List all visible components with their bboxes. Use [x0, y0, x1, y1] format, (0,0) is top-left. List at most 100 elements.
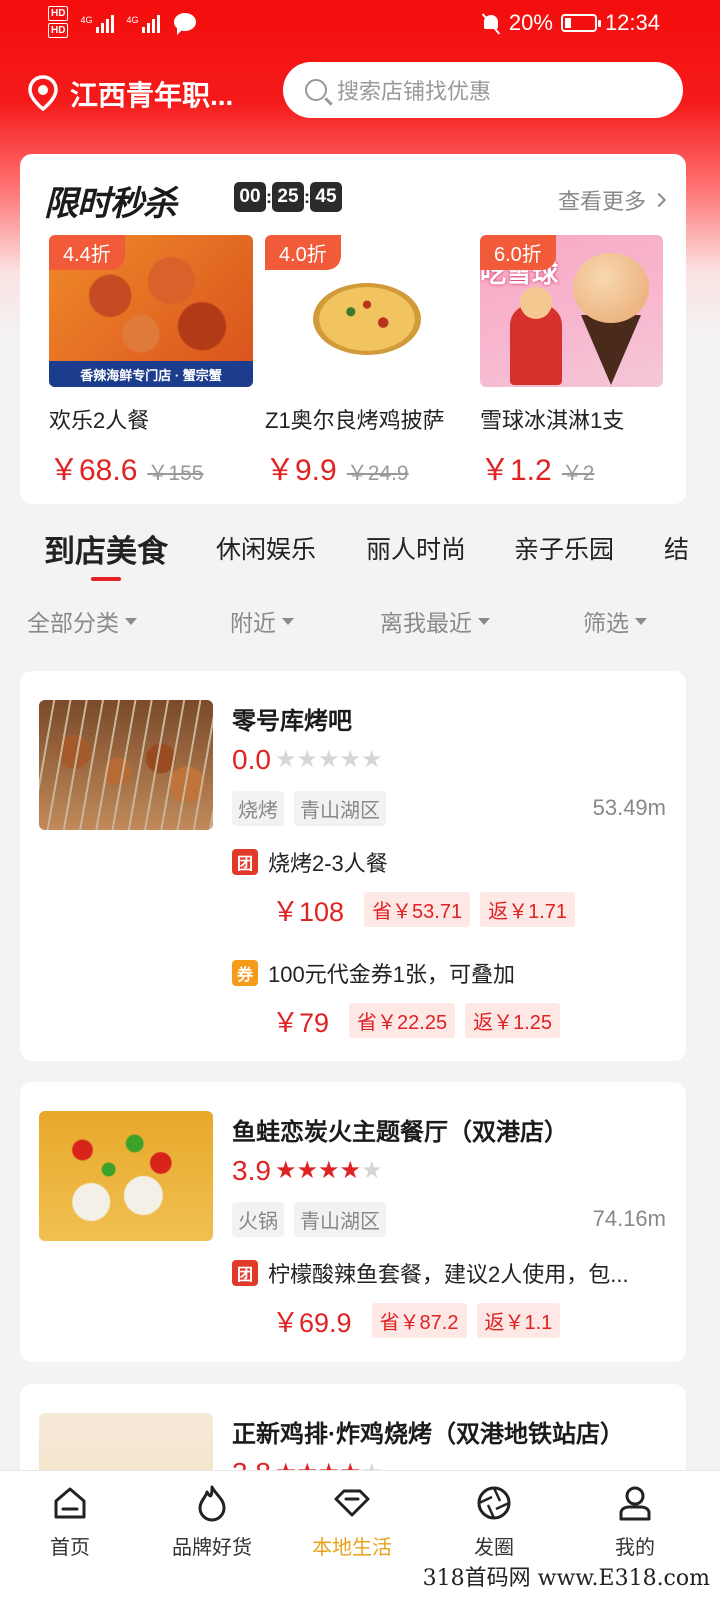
- shop-rating: 3.9 ★★★★★: [232, 1155, 383, 1187]
- star-icon: ★: [296, 1157, 318, 1184]
- district-tag: 青山湖区: [294, 791, 386, 826]
- cuisine-tag: 火锅: [232, 1202, 284, 1237]
- shop-distance: 53.49m: [592, 795, 666, 820]
- shop-card[interactable]: 零号库烤吧 0.0 ★★★★★ 烧烤 青山湖区 53.49m 团 烧烤2-3人餐…: [20, 671, 686, 1061]
- deal-name: 欢乐2人餐: [49, 408, 150, 433]
- offer-title: 烧烤2-3人餐: [268, 851, 388, 876]
- deal-price: ￥68.6: [49, 454, 138, 487]
- deal-name: Z1奥尔良烤鸡披萨: [265, 408, 445, 433]
- caret-down-icon: [282, 617, 294, 625]
- cashback-chip: 返￥1.25: [465, 1003, 561, 1038]
- network-indicators: HD HD 4G 4G: [48, 6, 197, 38]
- deal-image: 4.4折 香辣海鲜专门店 · 蟹宗蟹: [49, 235, 253, 387]
- location-pin-icon[interactable]: [28, 75, 58, 111]
- tab-kids[interactable]: 亲子乐园: [514, 530, 614, 566]
- shop-distance: 74.16m: [592, 1206, 666, 1231]
- flash-sale-card: 限时秒杀 00 : 25 : 45 查看更多 4.4折 香辣海鲜专门店 · 蟹宗…: [20, 154, 686, 504]
- timer-seconds: 45: [310, 182, 342, 212]
- cashback-chip: 返￥1.71: [480, 892, 576, 927]
- star-icon: ★: [317, 1157, 340, 1184]
- nav-local-life[interactable]: 本地生活: [292, 1483, 412, 1560]
- flame-icon: [198, 1485, 226, 1522]
- caret-down-icon: [478, 617, 490, 625]
- message-icon: [174, 13, 197, 35]
- shop-name: 正新鸡排·炸鸡烧烤（双港地铁站店）: [232, 1421, 624, 1448]
- tab-dining[interactable]: 到店美食: [44, 526, 168, 571]
- deal-item[interactable]: 吃雪球 6.0折 雪球冰淇淋1支 ￥1.2 ￥2: [480, 235, 663, 489]
- cashback-chip: 返￥1.1: [476, 1303, 561, 1338]
- flash-sale-title: 限时秒杀: [44, 185, 177, 223]
- deal-image: 4.0折: [265, 235, 469, 387]
- search-input[interactable]: 搜索店铺找优惠: [283, 62, 683, 118]
- star-icon: ★: [296, 746, 318, 773]
- mute-bell-icon: [481, 13, 501, 35]
- shop-rating: 0.0 ★★★★★: [232, 744, 383, 776]
- deal-item[interactable]: 4.4折 香辣海鲜专门店 · 蟹宗蟹 欢乐2人餐 ￥68.6 ￥155: [49, 235, 253, 489]
- nav-label: 发圈: [474, 1537, 514, 1559]
- signal-icon: 4G: [80, 11, 115, 33]
- discount-badge: 6.0折: [480, 235, 556, 270]
- battery-icon: [560, 14, 601, 32]
- deal-original-price: ￥24.9: [346, 462, 409, 485]
- group-deal-offer[interactable]: 团 烧烤2-3人餐 ￥108 省￥53.71 返￥1.71: [232, 846, 576, 929]
- chevron-right-icon: [651, 192, 667, 208]
- tab-more[interactable]: 结: [664, 530, 689, 566]
- group-deal-icon: 团: [232, 1260, 258, 1286]
- tab-leisure[interactable]: 休闲娱乐: [216, 530, 316, 566]
- deal-price: ￥9.9: [265, 454, 337, 487]
- hd-badge: HD: [48, 23, 69, 38]
- filter-category[interactable]: 全部分类: [27, 604, 137, 638]
- filter-sort-distance[interactable]: 离我最近: [380, 604, 490, 638]
- diamond-icon: [334, 1489, 370, 1517]
- timer-hours: 00: [234, 182, 266, 212]
- cuisine-tag: 烧烤: [232, 791, 284, 826]
- caret-down-icon: [635, 617, 647, 625]
- watermark-text: 318首码网 www.E318.com: [422, 1560, 710, 1592]
- user-icon: [619, 1486, 651, 1521]
- home-icon: [54, 1487, 86, 1519]
- nav-label: 品牌好货: [172, 1537, 252, 1559]
- shop-image: [39, 1111, 213, 1241]
- timer-minutes: 25: [272, 182, 304, 212]
- star-icon: ★: [339, 746, 361, 773]
- offer-price: ￥69.9: [272, 1308, 352, 1338]
- filter-screen[interactable]: 筛选: [583, 604, 647, 638]
- offer-price: ￥79: [272, 1008, 330, 1038]
- shop-card[interactable]: 鱼蛙恋炭火主题餐厅（双港店） 3.9 ★★★★★ 火锅 青山湖区 74.16m …: [20, 1082, 686, 1362]
- group-deal-offer[interactable]: 团 柠檬酸辣鱼套餐，建议2人使用，包... ￥69.9 省￥87.2 返￥1.1: [232, 1257, 629, 1340]
- nav-moments[interactable]: 发圈: [434, 1483, 554, 1560]
- deal-original-price: ￥155: [147, 462, 204, 485]
- search-icon: [305, 79, 327, 101]
- rating-score: 3.9: [232, 1155, 271, 1186]
- discount-badge: 4.4折: [49, 235, 125, 270]
- pizza-image: [313, 283, 421, 355]
- see-more-link[interactable]: 查看更多: [558, 184, 667, 216]
- offer-title: 柠檬酸辣鱼套餐，建议2人使用，包...: [268, 1262, 629, 1287]
- category-tabs: 到店美食 休闲娱乐 丽人时尚 亲子乐园 结: [0, 520, 720, 580]
- deal-original-price: ￥2: [561, 462, 595, 485]
- district-tag: 青山湖区: [294, 1202, 386, 1237]
- image-banner-text: 香辣海鲜专门店 · 蟹宗蟹: [49, 361, 253, 387]
- nav-profile[interactable]: 我的: [575, 1483, 695, 1560]
- star-icon: ★: [274, 746, 297, 773]
- group-deal-icon: 团: [232, 849, 258, 875]
- deal-item[interactable]: 4.0折 Z1奥尔良烤鸡披萨 ￥9.9 ￥24.9: [265, 235, 469, 489]
- deal-name: 雪球冰淇淋1支: [480, 408, 625, 433]
- voucher-offer[interactable]: 券 100元代金券1张，可叠加 ￥79 省￥22.25 返￥1.25: [232, 957, 561, 1040]
- nav-brand-goods[interactable]: 品牌好货: [152, 1483, 272, 1560]
- star-rating: ★★★★★: [275, 1159, 383, 1183]
- battery-percent: 20%: [508, 10, 553, 35]
- shop-name: 零号库烤吧: [232, 708, 352, 735]
- savings-chip: 省￥22.25: [349, 1003, 456, 1038]
- countdown-timer: 00 : 25 : 45: [234, 182, 342, 212]
- deal-price: ￥1.2: [480, 454, 552, 487]
- offer-price: ￥108: [272, 897, 345, 927]
- star-rating: ★★★★★: [275, 748, 383, 772]
- aperture-icon: [477, 1486, 511, 1520]
- nav-label: 我的: [615, 1537, 655, 1559]
- tab-beauty[interactable]: 丽人时尚: [366, 530, 466, 566]
- location-selector[interactable]: 江西青年职...: [70, 74, 233, 114]
- voucher-icon: 券: [232, 960, 258, 986]
- filter-nearby[interactable]: 附近: [230, 604, 294, 638]
- nav-home[interactable]: 首页: [10, 1483, 130, 1560]
